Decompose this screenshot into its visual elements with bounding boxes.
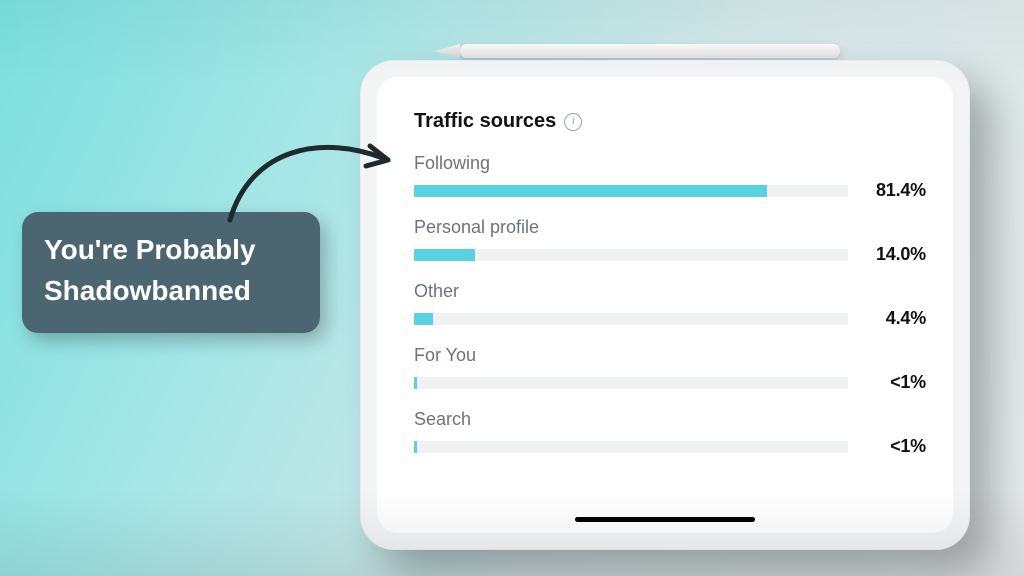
bar-fill (414, 441, 417, 453)
metric-value: <1% (862, 372, 926, 393)
stylus (460, 44, 840, 58)
bar-fill (414, 377, 417, 389)
bar-track (414, 185, 848, 197)
tablet-screen: Traffic sources i Following 81.4% Person… (376, 76, 954, 534)
tablet-frame: Traffic sources i Following 81.4% Person… (360, 60, 970, 550)
metric-row: Personal profile 14.0% (414, 217, 926, 265)
bar-track (414, 441, 848, 453)
bar-fill (414, 313, 433, 325)
metric-row: Other 4.4% (414, 281, 926, 329)
callout-text: You're Probably Shadowbanned (44, 230, 300, 311)
bar-fill (414, 185, 767, 197)
metric-label: For You (414, 345, 926, 366)
bar-track (414, 377, 848, 389)
metric-row: For You <1% (414, 345, 926, 393)
home-indicator (575, 517, 755, 522)
metric-label: Following (414, 153, 926, 174)
metric-value: 4.4% (862, 308, 926, 329)
metric-label: Other (414, 281, 926, 302)
stage: Traffic sources i Following 81.4% Person… (0, 0, 1024, 576)
bar-track (414, 313, 848, 325)
metric-label: Personal profile (414, 217, 926, 238)
metric-value: <1% (862, 436, 926, 457)
metric-row: Following 81.4% (414, 153, 926, 201)
info-icon[interactable]: i (564, 113, 582, 131)
bar-fill (414, 249, 475, 261)
metric-value: 14.0% (862, 244, 926, 265)
metric-value: 81.4% (862, 180, 926, 201)
metric-label: Search (414, 409, 926, 430)
bar-track (414, 249, 848, 261)
metric-row: Search <1% (414, 409, 926, 457)
section-header: Traffic sources i (414, 110, 926, 133)
callout-bubble: You're Probably Shadowbanned (22, 212, 320, 333)
section-title: Traffic sources (414, 110, 556, 133)
